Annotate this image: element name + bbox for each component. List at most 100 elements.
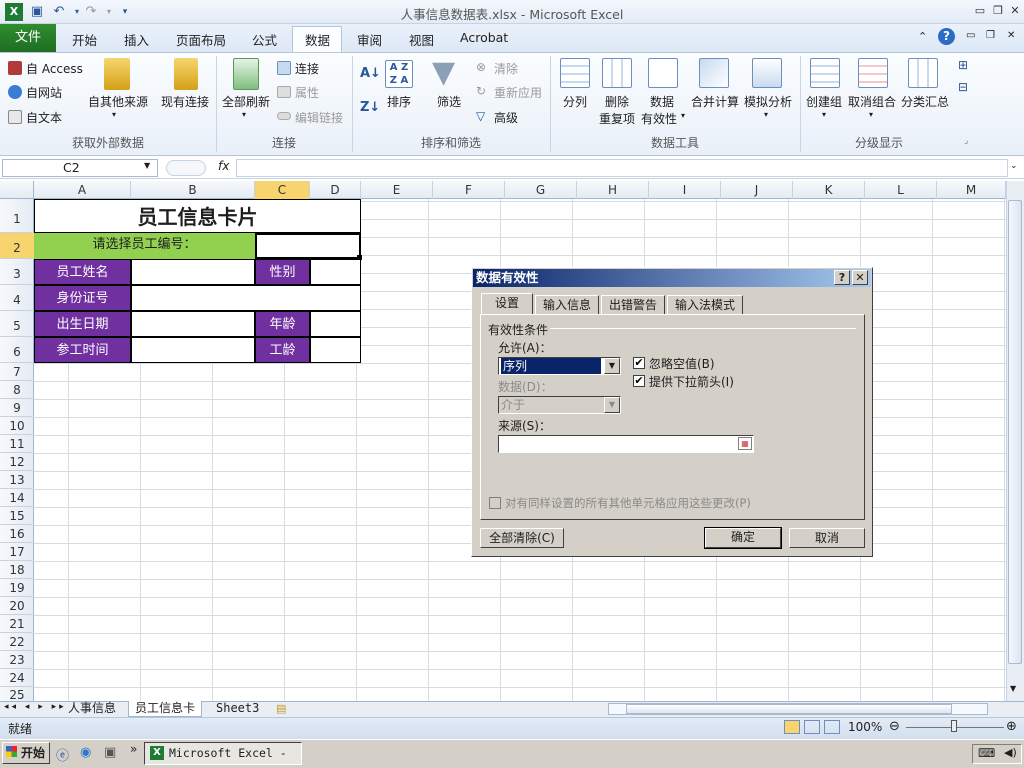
row-header[interactable]: 22 bbox=[0, 633, 34, 651]
row-header[interactable]: 14 bbox=[0, 489, 34, 507]
column-header[interactable]: G bbox=[505, 181, 577, 199]
from-access-button[interactable]: 自 Access bbox=[26, 60, 83, 77]
select-all-corner[interactable] bbox=[0, 181, 34, 199]
row-header[interactable]: 4 bbox=[0, 285, 34, 311]
chevron-down-icon[interactable]: ▼ bbox=[604, 397, 620, 413]
row-header[interactable]: 5 bbox=[0, 311, 34, 337]
text-to-columns-button[interactable]: 分列 bbox=[563, 93, 587, 110]
from-text-button[interactable]: 自文本 bbox=[26, 109, 62, 126]
quick-launch-app-icon[interactable]: ▣ bbox=[104, 745, 116, 760]
quick-launch-browser-icon[interactable]: ◉ bbox=[80, 745, 91, 760]
sheet-tab-active[interactable]: 员工信息卡 bbox=[128, 701, 203, 717]
label-birth-date[interactable]: 出生日期 bbox=[34, 311, 131, 337]
row-header[interactable]: 13 bbox=[0, 471, 34, 489]
refresh-dropdown-icon[interactable]: ▾ bbox=[242, 110, 246, 119]
restore-icon[interactable]: ❐ bbox=[990, 3, 1006, 19]
insert-function-icon[interactable]: fx bbox=[218, 159, 229, 173]
column-header[interactable]: L bbox=[865, 181, 937, 199]
workbook-restore-icon[interactable]: ❐ bbox=[986, 30, 995, 41]
row-header[interactable]: 11 bbox=[0, 435, 34, 453]
collapse-ribbon-icon[interactable]: ⌃ bbox=[918, 30, 927, 43]
row-header[interactable]: 12 bbox=[0, 453, 34, 471]
row-header[interactable]: 24 bbox=[0, 669, 34, 687]
data-validation-dropdown-icon[interactable]: ▾ bbox=[681, 111, 685, 120]
value-employee-name[interactable] bbox=[131, 259, 255, 285]
value-id-number[interactable] bbox=[131, 285, 361, 311]
tab-formulas[interactable]: 公式 bbox=[252, 30, 277, 49]
page-break-view-icon[interactable] bbox=[824, 720, 840, 734]
vertical-scroll-thumb[interactable] bbox=[1008, 200, 1022, 664]
formula-expand-handle[interactable] bbox=[166, 160, 206, 176]
help-icon[interactable]: ? bbox=[938, 28, 955, 45]
workbook-minimize-icon[interactable]: ▭ bbox=[966, 30, 975, 41]
insert-sheet-icon[interactable]: ▤ bbox=[276, 702, 286, 715]
connections-button[interactable]: 连接 bbox=[295, 60, 319, 77]
sort-descending-icon[interactable]: Z↓ bbox=[360, 100, 380, 115]
clear-all-button[interactable]: 全部清除(C) bbox=[480, 528, 564, 548]
outline-settings-icon[interactable]: ⌟ bbox=[964, 136, 968, 146]
consolidate-button[interactable]: 合并计算 bbox=[691, 93, 739, 110]
scroll-down-icon[interactable]: ▼ bbox=[1010, 684, 1016, 693]
column-header[interactable]: E bbox=[361, 181, 433, 199]
dialog-tab-input-message[interactable]: 输入信息 bbox=[535, 295, 599, 315]
cancel-button[interactable]: 取消 bbox=[789, 528, 865, 548]
row-header[interactable]: 10 bbox=[0, 417, 34, 435]
allow-select[interactable]: 序列 ▼ bbox=[498, 357, 621, 375]
row-header[interactable]: 8 bbox=[0, 381, 34, 399]
row-header[interactable]: 17 bbox=[0, 543, 34, 561]
label-seniority[interactable]: 工龄 bbox=[255, 337, 310, 363]
remove-duplicates-button[interactable]: 删除 bbox=[605, 93, 629, 110]
select-employee-prompt[interactable]: 请选择员工编号： bbox=[34, 233, 255, 259]
properties-button[interactable]: 属性 bbox=[295, 84, 319, 101]
column-header[interactable]: A bbox=[34, 181, 131, 199]
existing-connections-button[interactable]: 现有连接 bbox=[161, 93, 209, 110]
tab-insert[interactable]: 插入 bbox=[124, 30, 149, 49]
row-header[interactable]: 6 bbox=[0, 337, 34, 363]
dialog-tab-settings[interactable]: 设置 bbox=[481, 293, 533, 315]
close-icon[interactable]: ✕ bbox=[1007, 3, 1023, 19]
source-input[interactable] bbox=[498, 435, 754, 453]
zoom-in-icon[interactable]: ⊕ bbox=[1006, 719, 1017, 734]
column-header[interactable]: B bbox=[131, 181, 255, 199]
row-header[interactable]: 19 bbox=[0, 579, 34, 597]
employee-id-input-cell[interactable] bbox=[255, 233, 361, 259]
advanced-button[interactable]: 高级 bbox=[494, 109, 518, 126]
tab-review[interactable]: 审阅 bbox=[357, 30, 382, 49]
ungroup-dropdown-icon[interactable]: ▾ bbox=[869, 110, 873, 119]
formula-input[interactable] bbox=[236, 159, 1008, 177]
zoom-out-icon[interactable]: ⊖ bbox=[889, 719, 900, 734]
reapply-button[interactable]: 重新应用 bbox=[494, 84, 542, 101]
what-if-dropdown-icon[interactable]: ▾ bbox=[764, 110, 768, 119]
clear-button[interactable]: 清除 bbox=[494, 60, 518, 77]
row-header[interactable]: 3 bbox=[0, 259, 34, 285]
normal-view-icon[interactable] bbox=[784, 720, 800, 734]
group-dropdown-icon[interactable]: ▾ bbox=[822, 110, 826, 119]
tab-view[interactable]: 视图 bbox=[409, 30, 434, 49]
collapse-dialog-icon[interactable]: ▦ bbox=[738, 437, 752, 450]
what-if-analysis-button[interactable]: 模拟分析 bbox=[744, 93, 792, 110]
value-gender[interactable] bbox=[310, 259, 361, 285]
row-header[interactable]: 18 bbox=[0, 561, 34, 579]
horizontal-scroll-thumb[interactable] bbox=[626, 704, 952, 714]
quick-launch-more-icon[interactable]: » bbox=[130, 742, 137, 756]
quick-launch-ie-icon[interactable]: ⓔ bbox=[56, 745, 69, 764]
sort-ascending-icon[interactable]: A↓ bbox=[360, 66, 381, 81]
sheet-tab[interactable]: 人事信息 bbox=[62, 701, 122, 717]
column-header[interactable]: J bbox=[721, 181, 793, 199]
dialog-help-button[interactable]: ? bbox=[834, 270, 850, 285]
zoom-slider-thumb[interactable] bbox=[951, 720, 957, 732]
row-header[interactable]: 23 bbox=[0, 651, 34, 669]
value-age[interactable] bbox=[310, 311, 361, 337]
dialog-tab-ime-mode[interactable]: 输入法模式 bbox=[667, 295, 743, 315]
column-header[interactable]: K bbox=[793, 181, 865, 199]
row-header[interactable]: 7 bbox=[0, 363, 34, 381]
from-web-button[interactable]: 自网站 bbox=[26, 84, 62, 101]
column-header[interactable]: F bbox=[433, 181, 505, 199]
in-cell-dropdown-checkbox[interactable]: ✔ bbox=[633, 375, 645, 387]
zoom-level[interactable]: 100% bbox=[848, 720, 882, 734]
hide-detail-icon[interactable]: ⊟ bbox=[958, 80, 968, 94]
data-validation-button[interactable]: 数据 bbox=[650, 93, 674, 110]
ignore-blank-checkbox[interactable]: ✔ bbox=[633, 357, 645, 369]
label-join-date[interactable]: 参工时间 bbox=[34, 337, 131, 363]
name-box-dropdown-icon[interactable]: ▼ bbox=[144, 161, 150, 170]
